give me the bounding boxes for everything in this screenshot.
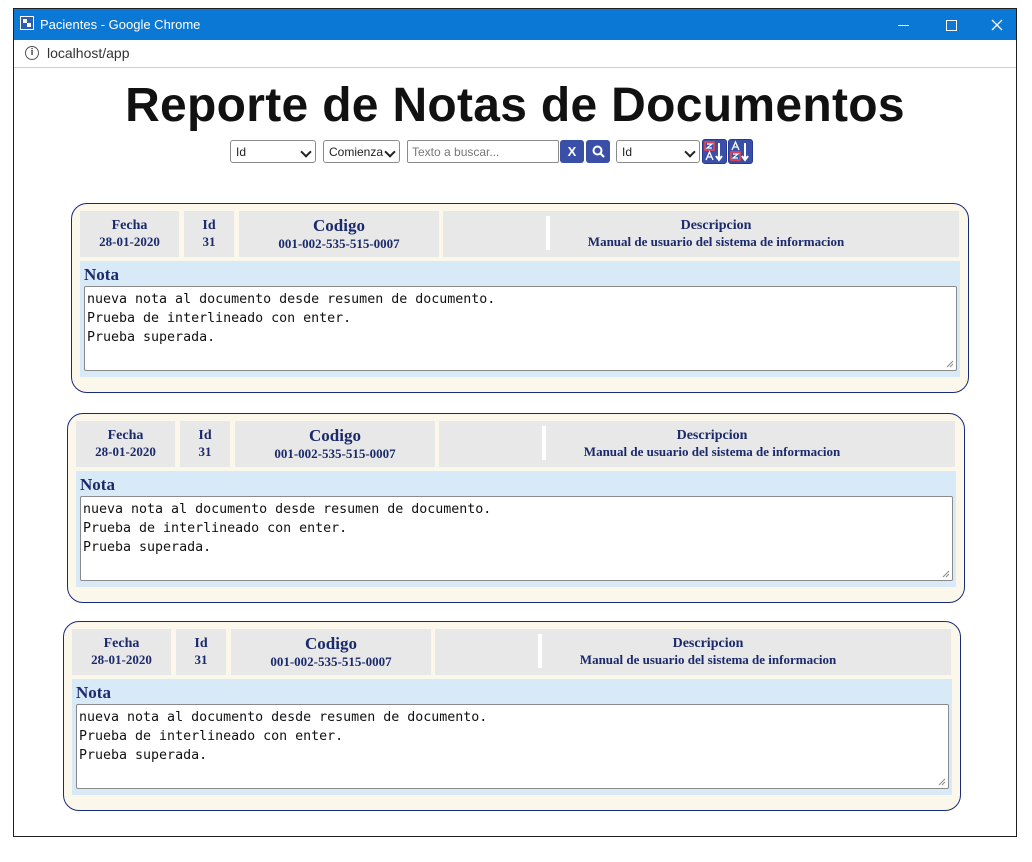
descripcion-label: Descripcion [680, 218, 752, 233]
title-bar: Pacientes - Google Chrome [14, 9, 1016, 40]
codigo-label: Codigo [313, 216, 365, 235]
search-icon [592, 145, 605, 158]
fecha-label: Fecha [111, 218, 148, 233]
order-select[interactable]: Id [616, 140, 700, 163]
page-content: Reporte de Notas de Documentos Id Comien… [14, 68, 1016, 836]
mode-select[interactable]: Comienza [323, 140, 400, 163]
nota-section: Nota nueva nota al documento desde resum… [80, 261, 960, 377]
nota-label: Nota [80, 475, 115, 494]
fecha-label: Fecha [107, 428, 144, 443]
fecha-cell: Fecha 28-01-2020 [72, 629, 171, 675]
fecha-cell: Fecha 28-01-2020 [80, 211, 179, 257]
nota-line: nueva nota al documento desde resumen de… [83, 502, 492, 517]
descripcion-value: Manual de usuario del sistema de informa… [587, 234, 845, 249]
chevron-down-icon [300, 146, 312, 158]
fecha-cell: Fecha 28-01-2020 [76, 421, 175, 467]
browser-window: Pacientes - Google Chrome i localhost/ap… [13, 8, 1017, 837]
window-title: Pacientes - Google Chrome [40, 17, 201, 32]
fecha-value: 28-01-2020 [95, 444, 156, 459]
chevron-down-icon [684, 146, 696, 158]
id-value: 31 [198, 444, 212, 459]
chevron-down-icon [384, 146, 396, 158]
resize-grip-icon[interactable] [946, 360, 954, 368]
descripcion-cell: Descripcion Manual de usuario del sistem… [439, 421, 955, 467]
address-bar[interactable]: i localhost/app [14, 40, 1016, 68]
nota-textarea[interactable]: nueva nota al documento desde resumen de… [84, 286, 957, 371]
nota-line: Prueba superada. [79, 748, 208, 763]
note-card: Fecha 28-01-2020 Id 31 Codigo 001-002-53… [71, 203, 969, 393]
nota-textarea[interactable]: nueva nota al documento desde resumen de… [80, 496, 953, 581]
id-cell: Id 31 [184, 211, 234, 257]
resize-grip-icon[interactable] [942, 570, 950, 578]
nota-line: nueva nota al documento desde resumen de… [79, 710, 488, 725]
clear-button[interactable]: X [560, 140, 584, 163]
url-text[interactable]: localhost/app [47, 45, 130, 61]
descripcion-cell: Descripcion Manual de usuario del sistem… [443, 211, 959, 257]
codigo-cell: Codigo 001-002-535-515-0007 [231, 629, 431, 675]
order-select-value: Id [622, 145, 633, 159]
nota-line: nueva nota al documento desde resumen de… [87, 292, 496, 307]
codigo-label: Codigo [305, 634, 357, 653]
id-label: Id [202, 218, 216, 233]
nota-line: Prueba superada. [87, 330, 216, 345]
descripcion-value: Manual de usuario del sistema de informa… [583, 444, 841, 459]
app-icon [20, 16, 34, 30]
nota-line: Prueba de interlineado con enter. [79, 729, 344, 744]
sort-descending-button[interactable] [702, 139, 727, 164]
descripcion-label: Descripcion [672, 636, 744, 651]
page-title: Reporte de Notas de Documentos [125, 79, 905, 132]
search-input[interactable] [407, 140, 559, 163]
maximize-icon [945, 19, 957, 31]
field-select-value: Id [236, 145, 247, 159]
id-label: Id [198, 428, 212, 443]
nota-line: Prueba de interlineado con enter. [87, 311, 352, 326]
resize-grip-icon[interactable] [938, 778, 946, 786]
field-select[interactable]: Id [230, 140, 316, 163]
close-icon [991, 19, 1003, 31]
codigo-value: 001-002-535-515-0007 [278, 236, 400, 251]
nota-line: Prueba superada. [83, 540, 212, 555]
descripcion-value: Manual de usuario del sistema de informa… [579, 652, 837, 667]
codigo-label: Codigo [309, 426, 361, 445]
sort-ascending-icon [730, 140, 749, 162]
nota-section: Nota nueva nota al documento desde resum… [76, 471, 956, 587]
descripcion-cell: Descripcion Manual de usuario del sistem… [435, 629, 951, 675]
info-icon[interactable]: i [25, 46, 39, 60]
id-cell: Id 31 [176, 629, 226, 675]
minimize-button[interactable] [880, 9, 926, 40]
nota-label: Nota [76, 683, 111, 702]
note-card: Fecha 28-01-2020 Id 31 Codigo 001-002-53… [63, 621, 961, 811]
fecha-label: Fecha [103, 636, 140, 651]
sort-descending-icon [704, 141, 723, 162]
nota-section: Nota nueva nota al documento desde resum… [72, 679, 952, 795]
close-button[interactable] [974, 9, 1016, 40]
id-value: 31 [202, 234, 216, 249]
nota-line: Prueba de interlineado con enter. [83, 521, 348, 536]
column-divider [546, 216, 550, 250]
nota-label: Nota [84, 265, 119, 284]
note-card: Fecha 28-01-2020 Id 31 Codigo 001-002-53… [67, 413, 965, 603]
minimize-icon [897, 24, 909, 26]
codigo-value: 001-002-535-515-0007 [274, 446, 396, 461]
id-cell: Id 31 [180, 421, 230, 467]
sort-ascending-button[interactable] [728, 139, 753, 164]
fecha-value: 28-01-2020 [99, 234, 160, 249]
column-divider [542, 426, 546, 460]
codigo-cell: Codigo 001-002-535-515-0007 [239, 211, 439, 257]
column-divider [538, 634, 542, 668]
nota-textarea[interactable]: nueva nota al documento desde resumen de… [76, 704, 949, 789]
codigo-value: 001-002-535-515-0007 [270, 654, 392, 669]
descripcion-label: Descripcion [676, 428, 748, 443]
search-button[interactable] [586, 140, 610, 163]
maximize-button[interactable] [928, 9, 974, 40]
fecha-value: 28-01-2020 [91, 652, 152, 667]
codigo-cell: Codigo 001-002-535-515-0007 [235, 421, 435, 467]
mode-select-value: Comienza [329, 145, 384, 159]
id-value: 31 [194, 652, 208, 667]
id-label: Id [194, 636, 208, 651]
